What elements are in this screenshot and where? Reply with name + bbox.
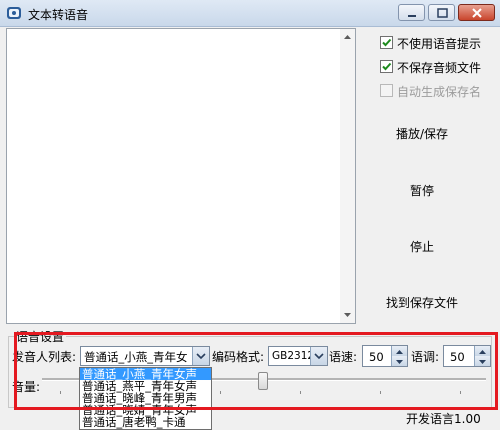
auto-save-name-label: 自动生成保存名 — [397, 85, 482, 99]
close-button[interactable] — [458, 4, 495, 21]
dropdown-option[interactable]: 普通话_唐老鸭_卡通 — [80, 416, 211, 428]
highlight-frame — [14, 332, 498, 410]
checkmark-icon — [382, 62, 392, 71]
no-save-audio-label: 不保存音频文件 — [397, 61, 482, 75]
no-save-audio-checkbox[interactable] — [380, 60, 393, 73]
minimize-button[interactable] — [398, 4, 425, 21]
auto-save-name-checkbox[interactable] — [380, 84, 393, 97]
stop-button[interactable]: 停止 — [362, 238, 482, 255]
version-label: 开发语言1.00 — [406, 412, 481, 426]
no-voice-prompt-checkbox[interactable] — [380, 36, 393, 49]
play-save-button[interactable]: 播放/保存 — [362, 125, 482, 142]
window-title: 文本转语音 — [28, 8, 89, 22]
no-voice-prompt-label: 不使用语音提示 — [397, 37, 482, 51]
vertical-scrollbar[interactable] — [340, 29, 355, 323]
speaker-app-icon — [6, 5, 22, 21]
maximize-button[interactable] — [428, 4, 455, 21]
text-input-area[interactable] — [6, 28, 356, 324]
pause-button[interactable]: 暂停 — [362, 182, 482, 199]
checkmark-icon — [382, 38, 392, 47]
close-icon — [472, 8, 482, 18]
find-saved-file-button[interactable]: 找到保存文件 — [362, 294, 482, 311]
